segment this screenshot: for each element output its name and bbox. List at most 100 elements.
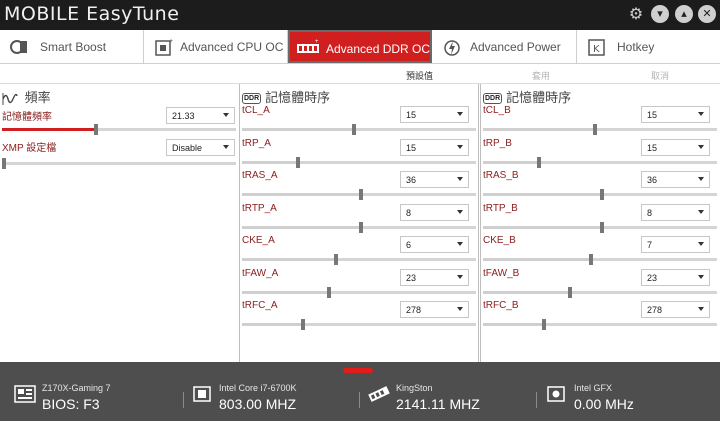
chevron-down-icon (457, 307, 463, 311)
timing-label: tFAW_A (242, 267, 279, 279)
cancel-button[interactable]: 取消 (651, 69, 669, 82)
timing-dropdown[interactable]: 6 (400, 236, 469, 253)
timing-dropdown[interactable]: 36 (400, 171, 469, 188)
timing-slider[interactable] (242, 189, 476, 200)
chevron-down-icon (698, 307, 704, 311)
dropdown-value: 278 (406, 305, 422, 315)
tab-advanced-power[interactable]: Advanced Power (432, 30, 577, 63)
slider-fill (483, 128, 596, 131)
timing-dropdown[interactable]: 23 (641, 268, 710, 286)
dropdown-value: 15 (647, 110, 658, 120)
slider-thumb[interactable] (600, 189, 605, 200)
minimize-icon[interactable]: ▾ (651, 5, 669, 23)
memory-frequency-slider[interactable] (2, 124, 236, 135)
timing-label: CKE_A (242, 235, 275, 246)
status-motherboard: Z170X-Gaming 7 BIOS: F3 (14, 382, 174, 416)
action-header: 預設值 套用 取消 (0, 64, 720, 84)
chevron-down-icon (223, 145, 229, 149)
gpu-frequency: 0.00 MHz (574, 396, 634, 412)
slider-thumb[interactable] (593, 124, 598, 135)
timing-slider[interactable] (242, 286, 476, 298)
timing-slider[interactable] (483, 189, 717, 200)
tab-hotkey[interactable]: K Hotkey (577, 30, 720, 63)
timing-slider[interactable] (242, 319, 476, 330)
slider-thumb[interactable] (359, 221, 364, 233)
ddr-title-text: 記憶體時序 (265, 90, 331, 105)
xmp-profile-slider[interactable] (2, 158, 236, 169)
cpu-name: Intel Core i7-6700K (219, 383, 297, 393)
wave-icon (2, 92, 18, 105)
dropdown-value: 15 (647, 142, 658, 153)
motherboard-name: Z170X-Gaming 7 (42, 383, 111, 393)
slider-thumb[interactable] (537, 156, 542, 168)
dropdown-value: 278 (647, 305, 663, 315)
timing-slider[interactable] (242, 156, 476, 168)
memory-icon (368, 386, 390, 402)
ddr-panel-a-title: DDR 記憶體時序 (242, 87, 330, 106)
timing-dropdown[interactable]: 23 (400, 268, 469, 286)
tab-advanced-ddr-oc[interactable]: + Advanced DDR OC (288, 30, 432, 63)
slider-thumb[interactable] (296, 156, 301, 168)
chevron-down-icon (457, 112, 463, 116)
timing-slider[interactable] (483, 221, 717, 233)
timing-label: tRTP_B (483, 202, 518, 214)
status-divider (183, 392, 184, 408)
timing-dropdown[interactable]: 278 (400, 301, 469, 318)
tab-smart-boost[interactable]: Smart Boost (0, 30, 144, 63)
dropdown-value: 36 (406, 175, 417, 185)
timing-slider[interactable] (242, 254, 476, 265)
gear-icon[interactable]: ⚙ (627, 5, 645, 23)
restore-icon[interactable]: ▴ (675, 5, 693, 23)
slider-thumb[interactable] (352, 124, 357, 135)
timing-slider[interactable] (242, 221, 476, 233)
timing-label: tCL_A (242, 105, 270, 116)
chevron-down-icon (698, 274, 704, 279)
dropdown-value: 15 (406, 110, 417, 120)
timing-dropdown[interactable]: 15 (641, 138, 710, 156)
tab-label: Advanced Power (470, 40, 561, 54)
timing-slider[interactable] (483, 319, 717, 330)
apply-button[interactable]: 套用 (532, 69, 550, 82)
timing-dropdown[interactable]: 8 (400, 203, 469, 221)
close-icon[interactable]: ✕ (698, 5, 716, 23)
timing-dropdown[interactable]: 36 (641, 171, 710, 188)
slider-thumb[interactable] (588, 254, 593, 265)
cpu-icon: + (155, 38, 173, 56)
timing-dropdown[interactable]: 8 (641, 203, 710, 221)
timing-dropdown[interactable]: 278 (641, 301, 710, 318)
timing-slider[interactable] (483, 286, 717, 298)
slider-thumb[interactable] (300, 319, 305, 330)
smart-boost-icon (10, 40, 27, 54)
tab-advanced-cpu-oc[interactable]: + Advanced CPU OC (144, 30, 288, 63)
hotkey-icon: K (588, 39, 605, 56)
slider-thumb[interactable] (567, 286, 572, 298)
timing-label: tFAW_B (483, 267, 520, 279)
timing-slider[interactable] (242, 124, 476, 135)
slider-thumb[interactable] (359, 189, 364, 200)
timing-label: tRFC_A (242, 300, 278, 311)
status-gpu: Intel GFX 0.00 MHz (546, 382, 706, 416)
default-button[interactable]: 預設值 (406, 69, 433, 82)
slider-fill (483, 160, 540, 164)
timing-dropdown[interactable]: 7 (641, 236, 710, 253)
timing-slider[interactable] (483, 124, 717, 135)
slider-thumb[interactable] (2, 158, 6, 169)
timing-slider[interactable] (483, 254, 717, 265)
chevron-down-icon (698, 112, 704, 116)
timing-dropdown[interactable]: 15 (400, 106, 469, 123)
slider-thumb[interactable] (326, 286, 331, 298)
status-cpu: Intel Core i7-6700K 803.00 MHZ (191, 382, 351, 416)
ddr-timing-panel-b: DDR 記憶體時序 tCL_B 15 tRP_B 15 tRAS_B 36 tRTP_B 8 CK… (480, 84, 720, 362)
xmp-profile-label: XMP 設定檔 (2, 143, 57, 154)
memory-frequency-dropdown[interactable]: 21.33 (166, 107, 235, 124)
slider-thumb[interactable] (93, 124, 98, 135)
motherboard-icon (14, 385, 36, 403)
svg-text:+: + (315, 39, 319, 45)
timing-slider[interactable] (483, 156, 717, 168)
xmp-profile-dropdown[interactable]: Disable (166, 139, 235, 156)
timing-dropdown[interactable]: 15 (400, 138, 469, 156)
timing-dropdown[interactable]: 15 (641, 106, 710, 123)
slider-thumb[interactable] (600, 221, 605, 233)
slider-thumb[interactable] (333, 254, 338, 265)
slider-thumb[interactable] (541, 319, 546, 330)
